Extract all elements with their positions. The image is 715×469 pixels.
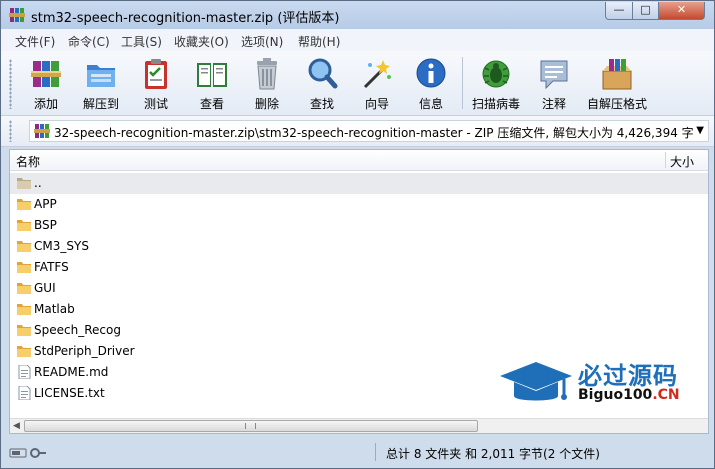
- winrar-window: stm32-speech-recognition-master.zip (评估版…: [0, 0, 715, 469]
- wizard-button[interactable]: 向导: [352, 55, 402, 113]
- list-item[interactable]: CM3_SYS: [10, 236, 708, 257]
- list-item-label: GUI: [34, 281, 56, 295]
- address-bar: 32-speech-recognition-master.zip\stm32-s…: [1, 116, 714, 147]
- folder-icon: [17, 262, 31, 273]
- column-header: 名称 大小: [10, 150, 708, 171]
- grip-icon: [245, 423, 256, 429]
- chevron-down-icon[interactable]: ▼: [696, 125, 704, 136]
- list-item-label: StdPeriph_Driver: [34, 344, 135, 358]
- title-bar[interactable]: stm32-speech-recognition-master.zip (评估版…: [1, 1, 714, 29]
- view-button[interactable]: 查看: [187, 55, 237, 113]
- menu-help[interactable]: 帮助(H): [298, 33, 340, 50]
- menu-tools[interactable]: 工具(S): [121, 33, 162, 50]
- folder-icon: [17, 346, 31, 357]
- status-summary-cell: 总计 8 文件夹 和 2,011 字节(2 个文件): [375, 443, 709, 461]
- list-item-label: README.md: [34, 365, 109, 379]
- list-item-parent[interactable]: ..: [10, 173, 708, 194]
- info-label: 信息: [418, 97, 443, 111]
- drive-key-icon[interactable]: [9, 446, 47, 460]
- list-item[interactable]: FATFS: [10, 257, 708, 278]
- add-button[interactable]: 添加: [21, 55, 71, 113]
- list-item-label: Speech_Recog: [34, 323, 121, 337]
- window-title: stm32-speech-recognition-master.zip (评估版…: [31, 11, 340, 26]
- delete-button[interactable]: 删除: [242, 55, 292, 113]
- column-divider[interactable]: [665, 152, 666, 168]
- comment-button[interactable]: 注释: [529, 55, 579, 113]
- zip-archive-icon: [34, 124, 50, 138]
- sfx-button[interactable]: 自解压格式: [587, 55, 647, 113]
- list-item-label: ..: [34, 176, 42, 190]
- sfx-label: 自解压格式: [586, 97, 647, 111]
- list-item-label: LICENSE.txt: [34, 386, 105, 400]
- scroll-left-icon[interactable]: ◀: [13, 421, 20, 431]
- address-grip[interactable]: [9, 120, 12, 142]
- test-button[interactable]: 测试: [131, 55, 181, 113]
- toolbar: 添加 解压到 测试 查看 删除 查找 向导 信息 扫描病毒 注释 自解压格式: [1, 51, 714, 116]
- view-book-icon: [197, 63, 227, 87]
- folder-icon: [17, 199, 31, 210]
- comment-label: 注释: [541, 97, 566, 111]
- status-summary: 总计 8 文件夹 和 2,011 字节(2 个文件): [386, 447, 600, 461]
- menu-options[interactable]: 选项(N): [241, 33, 283, 50]
- info-button[interactable]: 信息: [406, 55, 456, 113]
- list-item-label: CM3_SYS: [34, 239, 89, 253]
- column-name[interactable]: 名称: [16, 153, 40, 170]
- folder-icon: [17, 325, 31, 336]
- folder-icon: [17, 220, 31, 231]
- scrollbar-thumb[interactable]: [24, 420, 478, 432]
- extract-folder-icon: [87, 65, 115, 87]
- list-item[interactable]: BSP: [10, 215, 708, 236]
- column-size[interactable]: 大小: [670, 153, 694, 170]
- watermark-site: Biguo100.CN: [578, 387, 680, 403]
- add-archive-icon: [31, 61, 61, 87]
- list-item[interactable]: GUI: [10, 278, 708, 299]
- parent-folder-icon: [17, 178, 31, 189]
- list-item[interactable]: Matlab: [10, 299, 708, 320]
- list-item[interactable]: APP: [10, 194, 708, 215]
- menu-commands[interactable]: 命令(C): [68, 33, 110, 50]
- winrar-app-icon: [9, 8, 25, 22]
- list-item-label: APP: [34, 197, 57, 211]
- virus-scan-icon: [482, 60, 510, 88]
- list-item[interactable]: Speech_Recog: [10, 320, 708, 341]
- close-button[interactable]: ✕: [658, 2, 705, 20]
- folder-icon: [17, 241, 31, 252]
- menu-bar: 文件(F) 命令(C) 工具(S) 收藏夹(O) 选项(N) 帮助(H): [1, 29, 714, 52]
- menu-favorites[interactable]: 收藏夹(O): [174, 33, 229, 50]
- maximize-button[interactable]: □: [632, 2, 659, 20]
- list-item-label: FATFS: [34, 260, 69, 274]
- folder-icon: [17, 283, 31, 294]
- path-text: 32-speech-recognition-master.zip\stm32-s…: [54, 126, 694, 140]
- sfx-box-icon: [602, 59, 632, 90]
- text-file-icon: [18, 386, 31, 400]
- status-bar: 总计 8 文件夹 和 2,011 字节(2 个文件): [1, 438, 714, 468]
- path-combobox[interactable]: 32-speech-recognition-master.zip\stm32-s…: [29, 120, 709, 142]
- list-item-label: BSP: [34, 218, 57, 232]
- extract-to-button[interactable]: 解压到: [76, 55, 126, 113]
- find-button[interactable]: 查找: [297, 55, 347, 113]
- test-clipboard-icon: [145, 59, 167, 89]
- watermark-title: 必过源码: [578, 362, 678, 390]
- magnifier-icon: [308, 58, 338, 89]
- info-icon: [416, 58, 446, 88]
- virus-scan-button[interactable]: 扫描病毒: [471, 55, 521, 113]
- menu-file[interactable]: 文件(F): [15, 33, 55, 50]
- wizard-wand-icon: [363, 60, 391, 89]
- text-file-icon: [18, 365, 31, 379]
- horizontal-scrollbar[interactable]: ◀: [10, 418, 708, 433]
- list-item-label: Matlab: [34, 302, 75, 316]
- comment-icon: [540, 60, 568, 90]
- folder-icon: [17, 304, 31, 315]
- graduation-cap-icon: [500, 362, 572, 401]
- watermark-logo: 必过源码 Biguo100.CN: [498, 354, 704, 414]
- trash-icon: [257, 58, 277, 90]
- minimize-button[interactable]: —: [605, 2, 633, 20]
